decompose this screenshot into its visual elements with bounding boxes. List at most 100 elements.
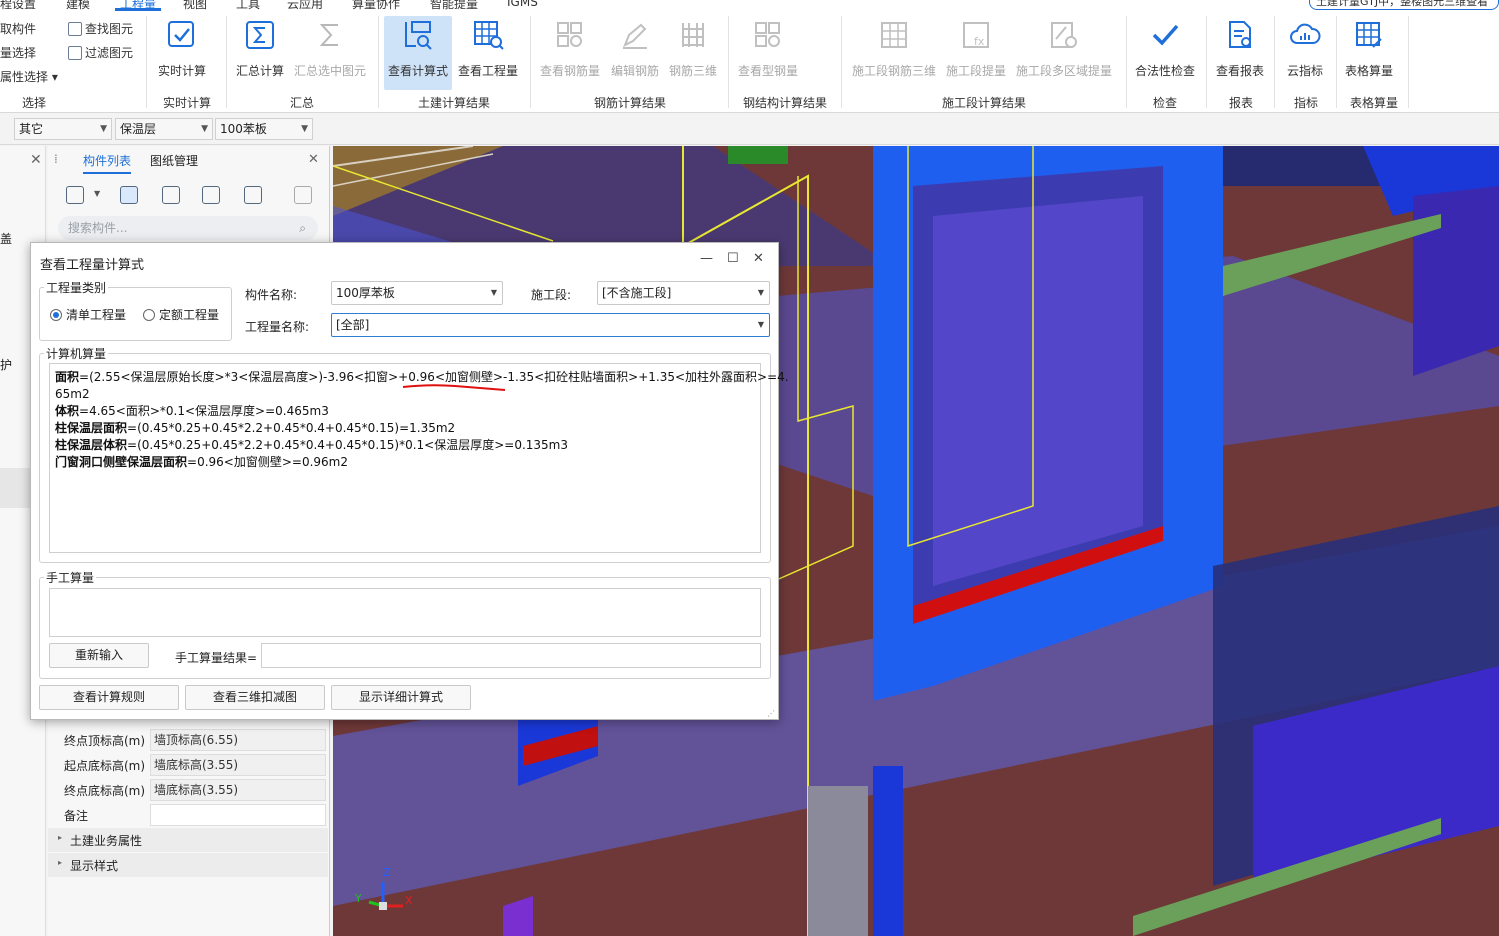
attr-select-cmd[interactable]: 属性选择 ▾ [0,68,58,85]
prop-value[interactable] [150,804,326,826]
chevron-down-icon[interactable]: ▼ [94,189,100,198]
close-icon[interactable]: ✕ [753,251,764,266]
view-rules-button[interactable]: 查看计算规则 [39,685,179,710]
drag-handle-icon[interactable]: ⁞ [54,152,58,166]
notice-banner[interactable]: 土建计量GTJ中，整楼图元三维查看 [1309,0,1499,10]
legality-check-button[interactable]: 合法性检查 [1132,16,1198,90]
calc-formula-text[interactable]: 面积=(2.55<保温层原始长度>*3<保温层高度>)-3.96<扣窗>+0.9… [49,363,789,553]
resize-grip-icon[interactable]: ⋰ [767,709,775,718]
prop-section-civil[interactable]: ▸ 土建业务属性 [48,828,328,852]
sigma-icon [313,18,347,52]
manual-calc-input[interactable] [49,588,761,637]
view-report-button[interactable]: 查看报表 [1212,16,1268,90]
chevron-down-icon: ▼ [757,320,764,329]
check-icon [1148,18,1182,52]
view-quantity-button[interactable]: 查看工程量 [456,16,520,90]
quota-qty-label: 定额工程量 [159,308,220,322]
menu-view[interactable]: 视图 [183,0,207,12]
group-label-steel: 钢结构计算结果 [743,96,828,110]
chevron-down-icon: ▼ [490,288,497,297]
summary-selected-button[interactable]: 汇总选中图元 [292,16,368,90]
radio-unchecked-icon [143,309,155,321]
menu-project-settings[interactable]: 程设置 [0,0,36,12]
rebar-3d-label: 钢筋三维 [668,64,717,78]
type-combo[interactable]: 保温层 ▼ [115,118,213,140]
sigma-icon [243,18,277,52]
group-label-rebar: 钢筋计算结果 [594,96,667,110]
new-component-icon[interactable] [66,186,84,204]
group-label-summary: 汇总 [290,96,315,110]
dialog-title: 查看工程量计算式 [40,258,145,273]
menu-smart[interactable]: 智能提量 [430,0,478,12]
separator [1408,16,1409,108]
copy-icon[interactable] [120,186,138,204]
table-calc-button[interactable]: 表格算量 [1340,16,1398,90]
close-icon[interactable]: ✕ [308,152,319,167]
formula-line-col-volume: 柱保温层体积=(0.45*0.25+0.45*2.2+0.45*0.4+0.45… [55,437,755,454]
cloud-index-button[interactable]: 云指标 [1280,16,1330,90]
view-quantity-icon [471,18,505,52]
view-3d-deduction-button[interactable]: 查看三维扣减图 [185,685,325,710]
view-rebar-button[interactable]: 查看钢筋量 [537,16,603,90]
menu-cloud[interactable]: 云应用 [287,0,323,12]
manual-result-field[interactable] [261,643,761,668]
quota-qty-radio[interactable]: 定额工程量 [143,306,219,323]
steel-icon [751,18,785,52]
layer-copy-icon[interactable] [244,186,262,204]
stage-extract-button[interactable]: fx 施工段提量 [944,16,1008,90]
edit-rebar-button[interactable]: 编辑钢筋 [607,16,663,90]
batch-select-cmd[interactable]: 量选择 [0,44,36,61]
prop-row: 起点底标高(m) 墙底标高(3.55) [48,753,328,777]
cloud-index-label: 云指标 [1286,64,1323,78]
list-qty-radio[interactable]: 清单工程量 [50,306,126,323]
cloud-icon [1288,18,1322,52]
duplicate-icon[interactable] [202,186,220,204]
formula-key: 门窗洞口侧壁保温层面积 [55,455,188,469]
reenter-button[interactable]: 重新输入 [49,643,149,668]
view-formula-dialog: 查看工程量计算式 — ☐ ✕ 工程量类别 清单工程量 定额工程量 构件名称: 1… [30,242,789,720]
stage-select[interactable]: [不含施工段] ▼ [597,281,770,305]
filter-element-cmd[interactable]: 过滤图元 [68,44,133,61]
prop-value[interactable]: 墙底标高(3.55) [150,779,326,801]
maximize-icon[interactable]: ☐ [727,251,739,266]
rebar-3d-button[interactable]: 钢筋三维 [665,16,721,90]
menu-collab[interactable]: 算量协作 [352,0,400,12]
nav-label[interactable]: 盖 [0,230,12,247]
qty-name-select[interactable]: [全部] ▼ [331,313,770,337]
show-detail-formula-button[interactable]: 显示详细计算式 [331,685,471,710]
summary-calc-button[interactable]: 汇总计算 [232,16,288,90]
menu-modeling[interactable]: 建模 [66,0,90,12]
component-name-select[interactable]: 100厚苯板 ▼ [331,281,503,305]
minimize-icon[interactable]: — [700,251,713,266]
find-element-cmd[interactable]: 查找图元 [68,20,133,37]
component-combo[interactable]: 100苯板 ▼ [215,118,313,140]
view-formula-button[interactable]: 查看计算式 [384,16,452,90]
more-icon[interactable] [294,186,312,204]
expand-icon: ▸ [58,858,63,867]
summary-calc-label: 汇总计算 [235,64,284,78]
manual-calc-legend: 手工算量 [46,571,95,585]
view-steel-button[interactable]: 查看型钢量 [736,16,800,90]
prop-value[interactable]: 墙顶标高(6.55) [150,729,326,751]
menu-igms[interactable]: IGMS [507,0,538,9]
prop-section-display[interactable]: ▸ 显示样式 [48,853,328,877]
attr-select-label: 属性选择 [0,70,49,84]
menu-tools[interactable]: 工具 [236,0,260,12]
category-combo[interactable]: 其它 ▼ [14,118,112,140]
close-icon[interactable]: ✕ [30,152,42,168]
prop-row: 终点底标高(m) 墙底标高(3.55) [48,778,328,802]
group-label-check: 检查 [1153,96,1178,110]
nav-label[interactable]: 护 [0,356,12,373]
realtime-calc-button[interactable]: 实时计算 [150,16,214,90]
group-label-realtime: 实时计算 [163,96,212,110]
stage-extract-label: 施工段提量 [945,64,1006,78]
component-search-input[interactable]: 搜索构件... ⌕ [58,216,318,240]
stage-multi-extract-button[interactable]: 施工段多区域提量 [1012,16,1116,90]
pick-component-cmd[interactable]: 取构件 [0,20,36,37]
tab-drawing-management[interactable]: 图纸管理 [150,152,198,169]
edit-rebar-label: 编辑钢筋 [610,64,659,78]
tab-component-list[interactable]: 构件列表 [83,152,132,174]
stage-rebar-3d-button[interactable]: 施工段钢筋三维 [848,16,940,90]
prop-value[interactable]: 墙底标高(3.55) [150,754,326,776]
delete-icon[interactable] [162,186,180,204]
